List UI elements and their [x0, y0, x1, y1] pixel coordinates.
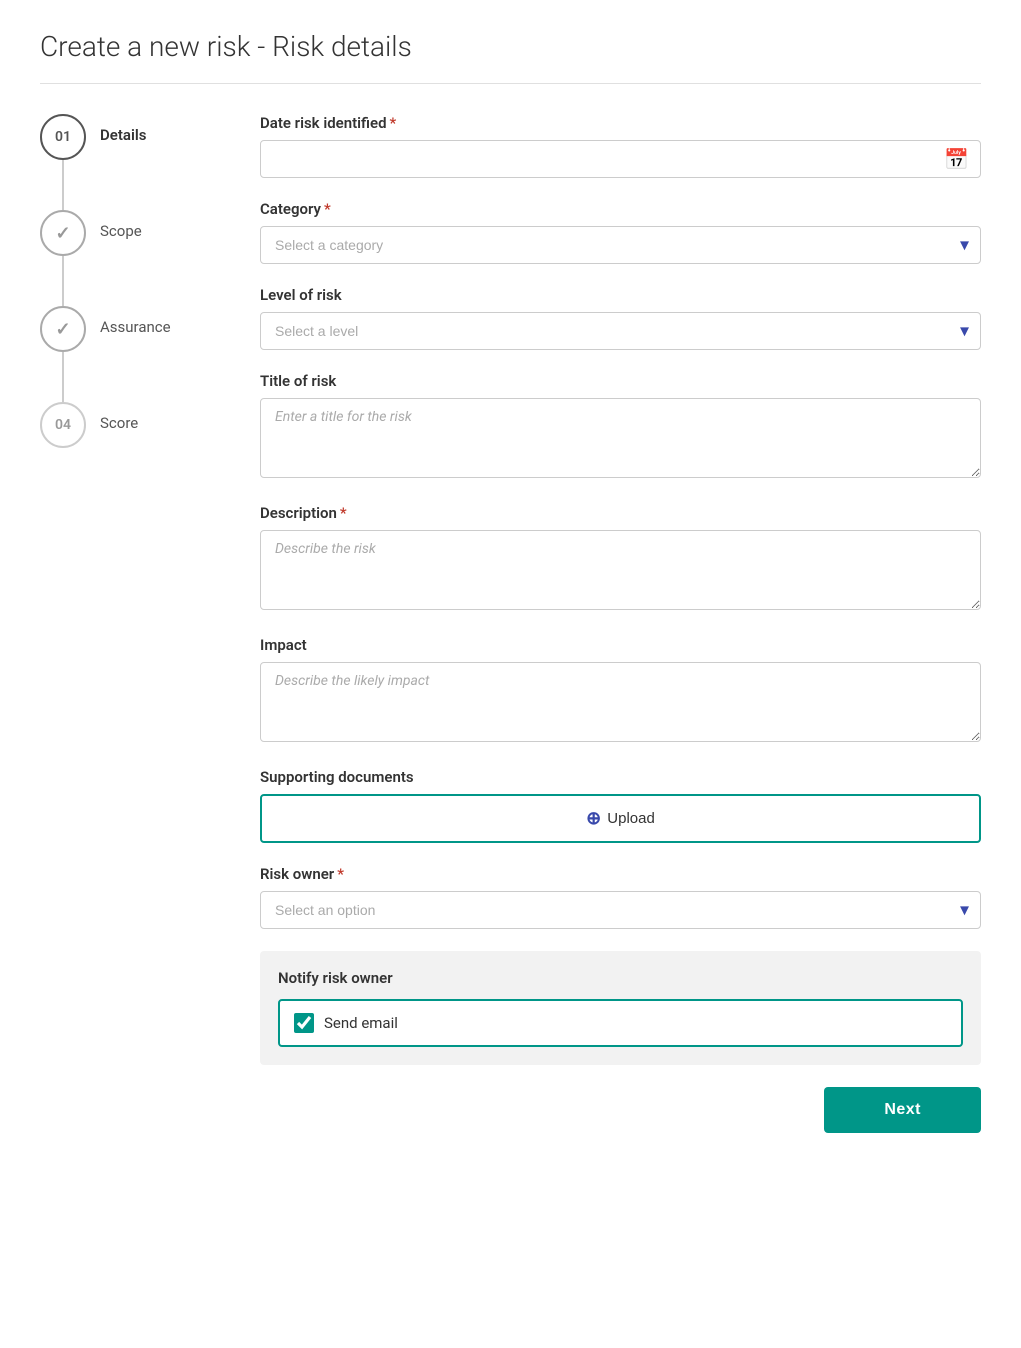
notify-label: Notify risk owner	[278, 969, 963, 987]
title-textarea[interactable]	[260, 398, 981, 478]
level-select-wrapper: Select a level ▾	[260, 312, 981, 350]
step-label-assurance: Assurance	[100, 306, 171, 336]
category-label: Category*	[260, 200, 981, 218]
risk-owner-required: *	[337, 865, 344, 883]
impact-group: Impact	[260, 636, 981, 746]
risk-owner-select-wrapper: Select an option ▾	[260, 891, 981, 929]
description-required: *	[340, 504, 347, 522]
step-assurance: ✓ Assurance	[40, 306, 220, 402]
step-circle-score: 04	[40, 402, 86, 448]
step-circle-assurance: ✓	[40, 306, 86, 352]
step-circle-scope: ✓	[40, 210, 86, 256]
impact-textarea[interactable]	[260, 662, 981, 742]
notify-checkbox-label[interactable]: Send email	[278, 999, 963, 1047]
footer-button-row: Next	[260, 1087, 981, 1133]
step-number-details: 01	[55, 129, 71, 145]
date-input[interactable]	[260, 140, 981, 178]
description-label: Description*	[260, 504, 981, 522]
divider	[40, 83, 981, 84]
level-group: Level of risk Select a level ▾	[260, 286, 981, 350]
stepper: 01 Details ✓ Scope ✓	[40, 114, 220, 1133]
title-label: Title of risk	[260, 372, 981, 390]
title-group: Title of risk	[260, 372, 981, 482]
notify-text: Send email	[324, 1014, 398, 1032]
category-select[interactable]: Select a category	[260, 226, 981, 264]
date-label: Date risk identified*	[260, 114, 981, 132]
step-number-score: 04	[55, 417, 71, 433]
category-group: Category* Select a category ▾	[260, 200, 981, 264]
level-select[interactable]: Select a level	[260, 312, 981, 350]
date-wrapper: 📅	[260, 140, 981, 178]
upload-label: Upload	[607, 810, 655, 827]
supporting-label: Supporting documents	[260, 768, 981, 786]
step-details: 01 Details	[40, 114, 220, 210]
step-label-score: Score	[100, 402, 138, 432]
step-check-assurance: ✓	[55, 319, 70, 340]
step-circle-details: 01	[40, 114, 86, 160]
risk-owner-group: Risk owner* Select an option ▾	[260, 865, 981, 929]
notify-checkbox[interactable]	[294, 1013, 314, 1033]
form-area: Date risk identified* 📅 Category* Select…	[260, 114, 981, 1133]
step-scope: ✓ Scope	[40, 210, 220, 306]
level-label: Level of risk	[260, 286, 981, 304]
upload-button[interactable]: ⊕ Upload	[260, 794, 981, 843]
risk-owner-label: Risk owner*	[260, 865, 981, 883]
step-label-details: Details	[100, 114, 146, 144]
supporting-docs-group: Supporting documents ⊕ Upload	[260, 768, 981, 843]
description-textarea[interactable]	[260, 530, 981, 610]
upload-plus-icon: ⊕	[586, 808, 601, 829]
category-select-wrapper: Select a category ▾	[260, 226, 981, 264]
date-group: Date risk identified* 📅	[260, 114, 981, 178]
next-button[interactable]: Next	[824, 1087, 981, 1133]
notify-section: Notify risk owner Send email	[260, 951, 981, 1065]
step-check-scope: ✓	[55, 223, 70, 244]
date-required: *	[390, 114, 397, 132]
page-title: Create a new risk - Risk details	[40, 30, 981, 63]
risk-owner-select[interactable]: Select an option	[260, 891, 981, 929]
description-group: Description*	[260, 504, 981, 614]
impact-label: Impact	[260, 636, 981, 654]
step-label-scope: Scope	[100, 210, 142, 240]
category-required: *	[324, 200, 331, 218]
step-score: 04 Score	[40, 402, 220, 448]
